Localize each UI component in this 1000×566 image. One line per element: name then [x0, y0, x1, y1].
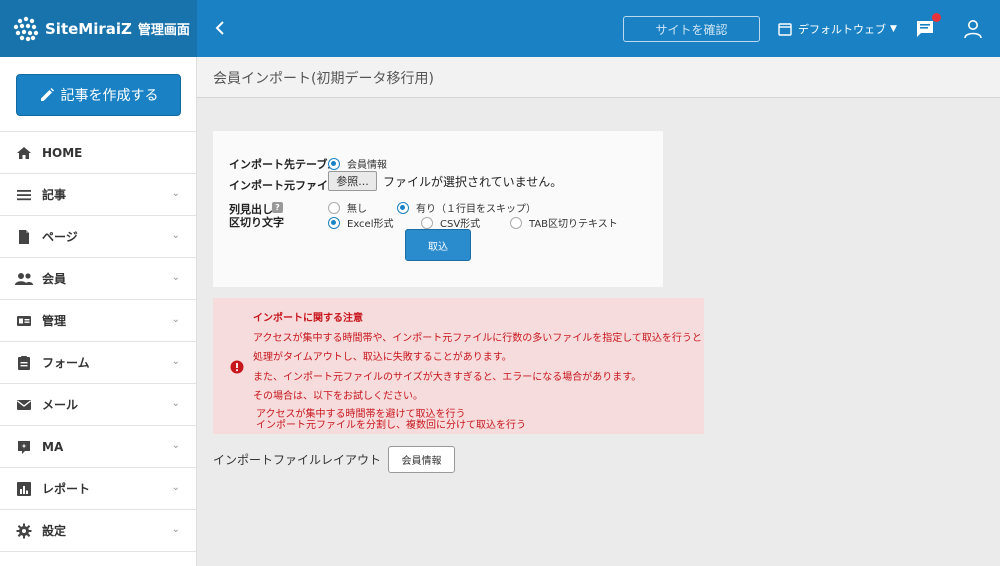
- sidebar-item-ma[interactable]: MA ⌄: [0, 426, 196, 468]
- web-select-label: デフォルトウェブ: [798, 23, 886, 36]
- delimiter-tab-label: TAB区切りテキスト: [529, 219, 618, 230]
- sidebar-item-label: HOME: [42, 145, 83, 160]
- no-file-text: ファイルが選択されていません。: [383, 175, 563, 189]
- pencil-icon: [40, 88, 54, 101]
- notice-line: また、インポート元ファイルのサイズが大きすぎると、エラーになる場合があります。: [253, 372, 642, 383]
- sidebar-item-label: MA: [42, 439, 64, 454]
- chevron-down-icon: ⌄: [171, 524, 180, 535]
- import-layout-label: インポートファイルレイアウト: [213, 453, 382, 467]
- delimiter-csv-radio[interactable]: CSV形式: [421, 215, 480, 230]
- ma-icon: [15, 438, 33, 456]
- back-button[interactable]: [208, 16, 232, 40]
- chevron-down-icon: ⌄: [171, 356, 180, 367]
- sidebar-item-forms[interactable]: フォーム ⌄: [0, 342, 196, 384]
- radio-selected: [397, 201, 409, 214]
- radio-unselected: [510, 216, 522, 229]
- user-icon[interactable]: [963, 19, 983, 39]
- sidebar-item-articles[interactable]: 記事 ⌄: [0, 174, 196, 216]
- header-yes-radio[interactable]: 有り（１行目をスキップ）: [397, 200, 536, 215]
- window-icon: [778, 22, 792, 36]
- warning-icon: [230, 360, 244, 374]
- delimiter-label: 区切り文字: [229, 216, 284, 229]
- chat-icon[interactable]: [915, 19, 935, 39]
- logo-icon: [13, 16, 39, 41]
- chevron-down-icon: ⌄: [171, 272, 180, 283]
- sidebar-item-label: 設定: [42, 524, 67, 538]
- notice-tip: インポート元ファイルを分割し、複数回に分けて取込を行う: [256, 420, 526, 431]
- sidebar-item-label: 記事: [42, 188, 67, 202]
- target-table-radio[interactable]: 会員情報: [328, 156, 387, 171]
- radio-selected: [328, 157, 340, 170]
- brand-name: SiteMiraiZ: [45, 19, 132, 38]
- sidebar-item-settings[interactable]: 設定 ⌄: [0, 510, 196, 552]
- header-yes-label: 有り（１行目をスキップ）: [416, 204, 536, 215]
- target-table-label: インポート先テーブル: [229, 158, 339, 171]
- sidebar-item-mail[interactable]: メール ⌄: [0, 384, 196, 426]
- browse-button[interactable]: 参照...: [328, 171, 377, 191]
- chevron-down-icon: ⌄: [171, 440, 180, 451]
- content-header: 会員インポート(初期データ移行用): [197, 57, 1000, 98]
- sidebar-item-label: ページ: [42, 230, 78, 244]
- sidebar-item-label: メール: [42, 398, 79, 412]
- radio-selected: [328, 216, 340, 229]
- view-site-button[interactable]: サイトを確認: [623, 16, 760, 42]
- mail-icon: [15, 396, 33, 414]
- sidebar: 記事を作成する HOME 記事 ⌄ ページ ⌄ 会員 ⌄ 管理 ⌄ フォーム ⌄…: [0, 57, 197, 566]
- header-none-radio[interactable]: 無し: [328, 200, 367, 215]
- sidebar-item-members[interactable]: 会員 ⌄: [0, 258, 196, 300]
- delimiter-tab-radio[interactable]: TAB区切りテキスト: [510, 215, 618, 230]
- delimiter-excel-radio[interactable]: Excel形式: [328, 215, 394, 230]
- notice-line: その場合は、以下をお試しください。: [253, 391, 423, 402]
- admin-icon: [15, 312, 33, 330]
- member-info-layout-button[interactable]: 会員情報: [388, 446, 455, 473]
- report-icon: [15, 480, 33, 498]
- help-icon[interactable]: ?: [272, 202, 283, 213]
- header-none-label: 無し: [347, 204, 367, 215]
- radio-unselected: [421, 216, 433, 229]
- target-table-option: 会員情報: [347, 160, 387, 171]
- notice-line: アクセスが集中する時間帯や、インポート元ファイルに行数の多いファイルを指定して取…: [253, 333, 702, 344]
- delimiter-excel-label: Excel形式: [347, 219, 394, 230]
- create-article-label: 記事を作成する: [60, 88, 159, 104]
- chevron-down-icon: ⌄: [171, 314, 180, 325]
- chevron-down-icon: ⌄: [171, 188, 180, 199]
- chevron-left-icon: [215, 21, 224, 35]
- members-icon: [15, 270, 33, 288]
- notice-title: インポートに関する注意: [253, 313, 363, 324]
- sidebar-item-admin[interactable]: 管理 ⌄: [0, 300, 196, 342]
- home-icon: [15, 144, 33, 162]
- sidebar-item-pages[interactable]: ページ ⌄: [0, 216, 196, 258]
- sidebar-item-label: 管理: [42, 314, 67, 328]
- chevron-down-icon: ⌄: [171, 398, 180, 409]
- brand[interactable]: SiteMiraiZ 管理画面: [0, 0, 197, 57]
- settings-icon: [15, 522, 33, 540]
- web-select[interactable]: デフォルトウェブ ▼: [778, 19, 897, 39]
- page-title: 会員インポート(初期データ移行用): [213, 71, 434, 87]
- brand-subtitle: 管理画面: [137, 23, 190, 38]
- import-button[interactable]: 取込: [405, 229, 471, 261]
- notification-dot: [932, 13, 941, 22]
- sidebar-item-label: 会員: [42, 272, 67, 286]
- sidebar-item-label: フォーム: [42, 356, 90, 370]
- sidebar-item-home[interactable]: HOME: [0, 132, 196, 174]
- top-header: SiteMiraiZ 管理画面 サイトを確認 デフォルトウェブ ▼: [0, 0, 1000, 57]
- sidebar-item-label: レポート: [42, 482, 91, 496]
- source-file-label: インポート元ファイル: [229, 179, 339, 192]
- form-icon: [15, 354, 33, 372]
- list-icon: [15, 186, 33, 204]
- caret-down-icon: ▼: [890, 24, 897, 34]
- notice-line: 処理がタイムアウトし、取込に失敗することがあります。: [253, 352, 512, 363]
- delimiter-csv-label: CSV形式: [440, 219, 481, 230]
- create-article-button[interactable]: 記事を作成する: [16, 74, 181, 116]
- import-notice: インポートに関する注意 アクセスが集中する時間帯や、インポート元ファイルに行数の…: [213, 298, 704, 434]
- sidebar-item-reports[interactable]: レポート ⌄: [0, 468, 196, 510]
- page-icon: [15, 228, 33, 246]
- radio-unselected: [328, 201, 340, 214]
- sidebar-menu: HOME 記事 ⌄ ページ ⌄ 会員 ⌄ 管理 ⌄ フォーム ⌄ メール ⌄ M…: [0, 131, 196, 552]
- chevron-down-icon: ⌄: [171, 230, 180, 241]
- chevron-down-icon: ⌄: [171, 482, 180, 493]
